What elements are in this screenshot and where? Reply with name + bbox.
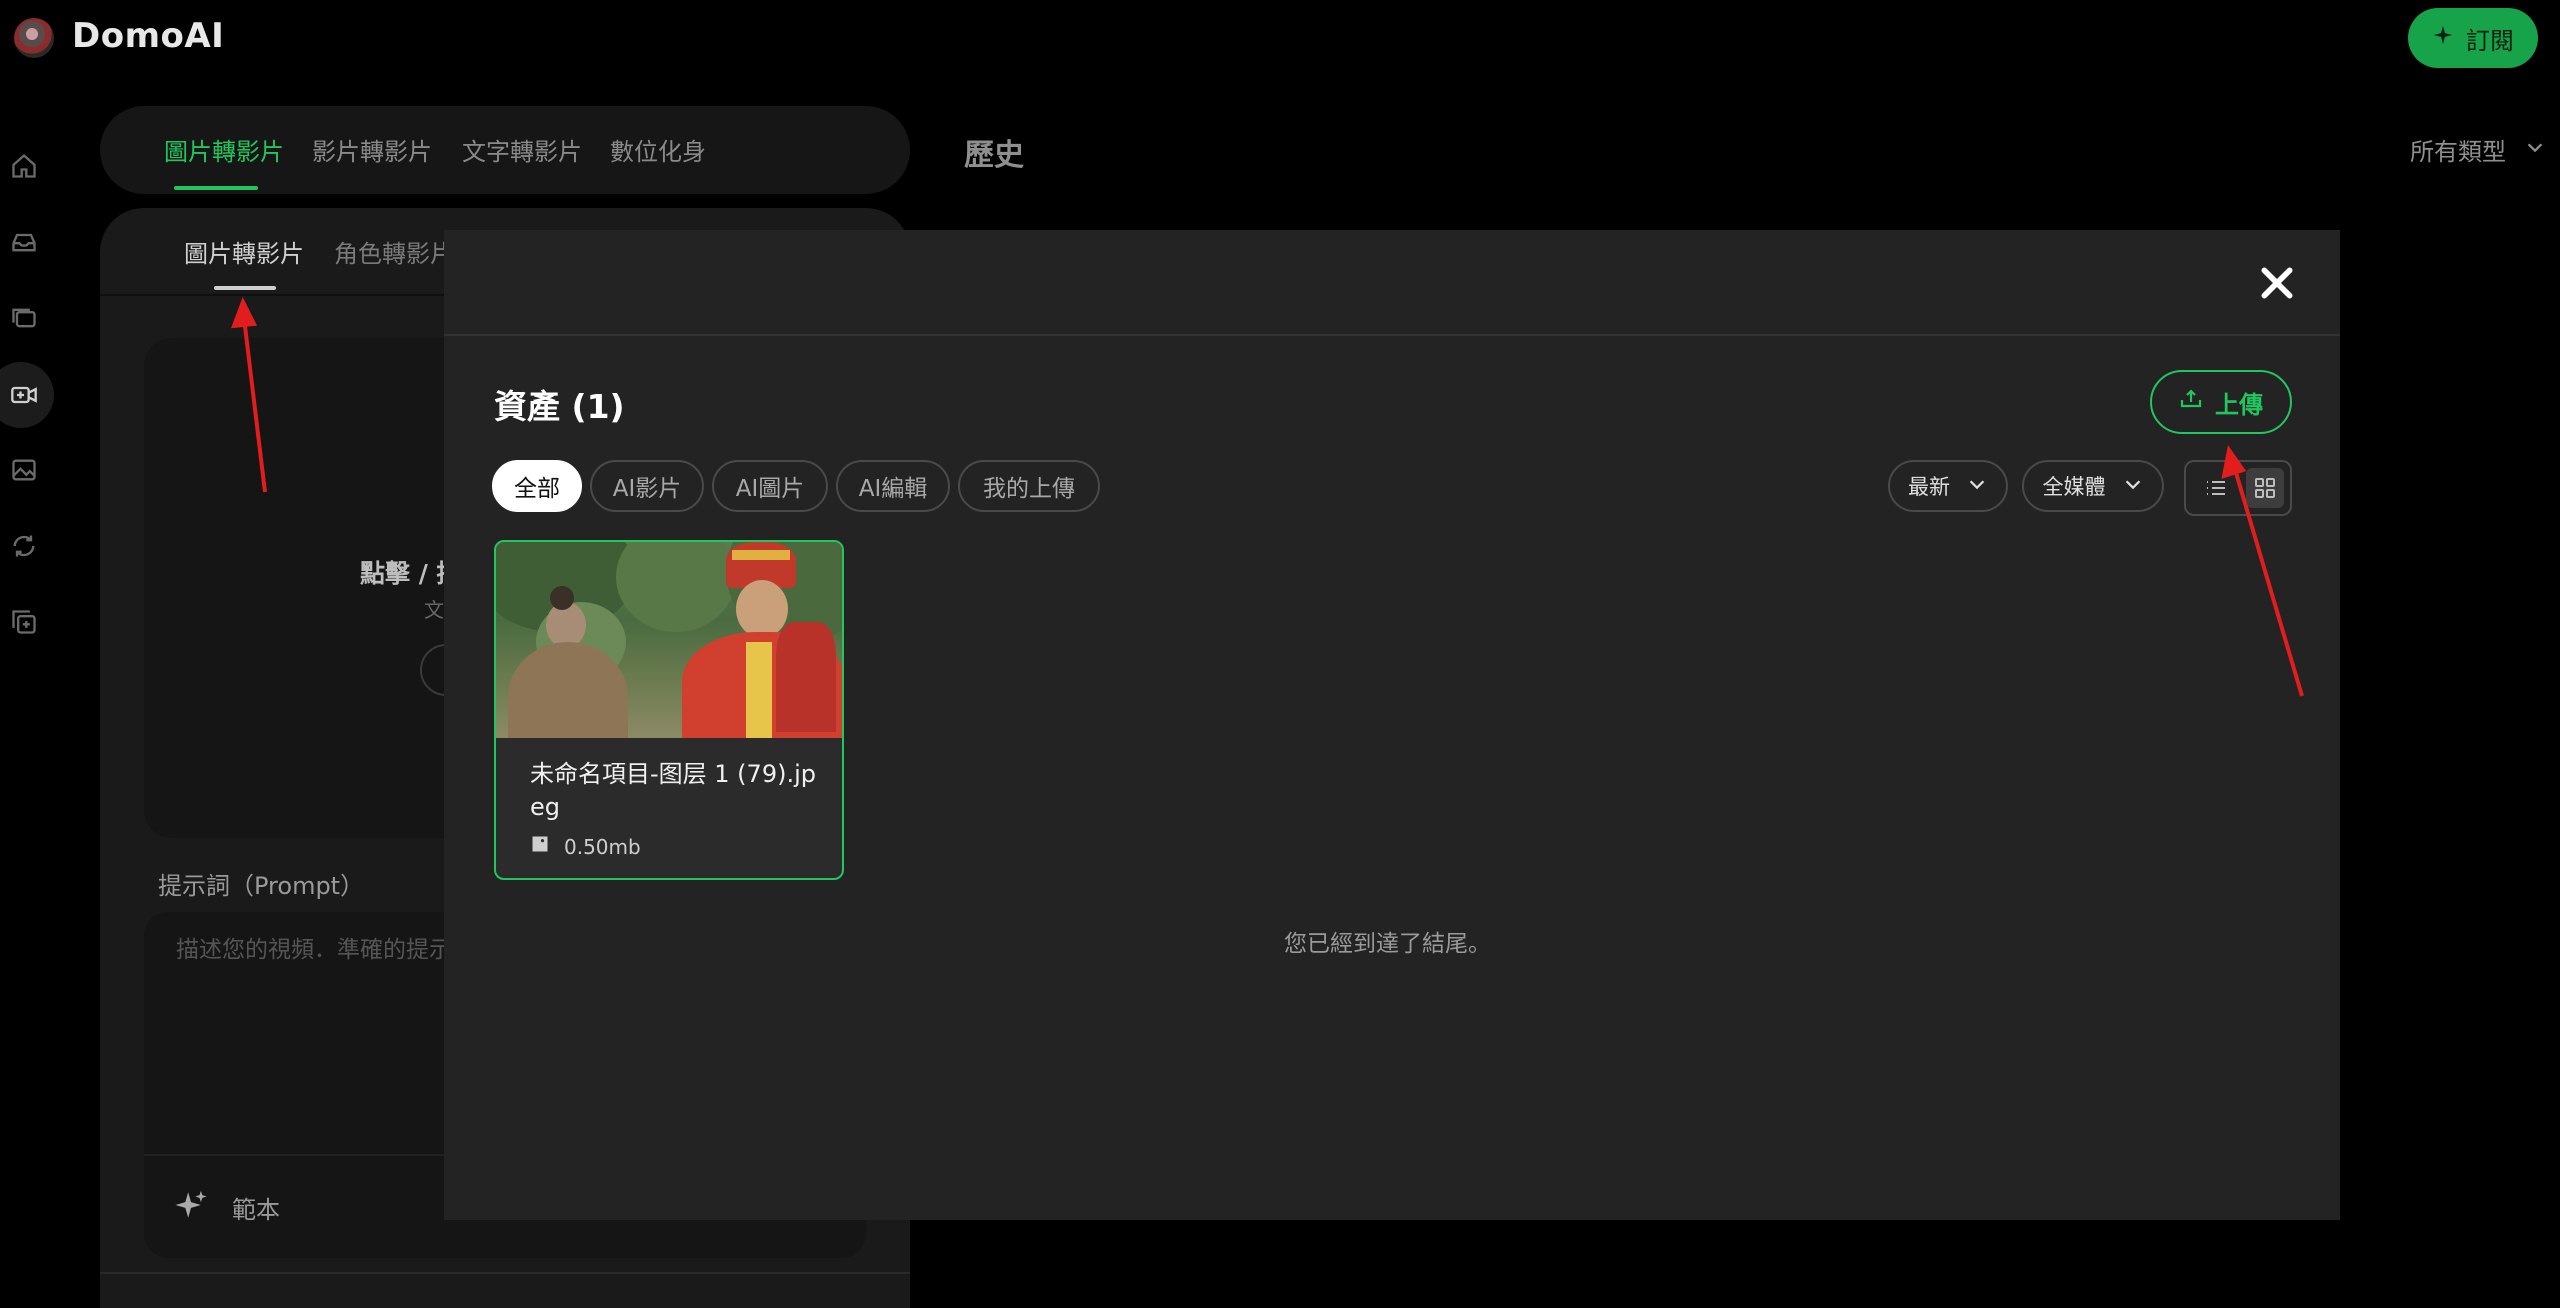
image-icon (530, 834, 550, 859)
end-of-list-text: 您已經到達了結尾。 (1284, 931, 1491, 957)
filter-chip-ai-video[interactable]: AI影片 (590, 460, 704, 512)
subscribe-label: 訂閱 (2466, 26, 2514, 55)
divider (100, 1272, 910, 1274)
media-type-label: 全媒體 (2042, 475, 2106, 499)
image-icon[interactable] (6, 452, 42, 488)
upload-label: 上傳 (2215, 390, 2263, 419)
chevron-down-icon (1966, 473, 1988, 500)
active-subtab-indicator (214, 286, 276, 290)
subscribe-button[interactable]: 訂閱 (2408, 8, 2538, 68)
active-tab-indicator (174, 186, 258, 190)
asset-meta: 0.50mb (530, 834, 641, 859)
asset-filename: 未命名項目-图层 1 (79).jpeg (530, 760, 816, 821)
tab-digital-avatar[interactable]: 數位化身 (610, 132, 706, 167)
chevron-down-icon (2122, 473, 2144, 500)
tab-image-to-video[interactable]: 圖片轉影片 (164, 132, 284, 167)
tab-video-to-video[interactable]: 影片轉影片 (312, 132, 432, 167)
media-type-dropdown[interactable]: 全媒體 (2022, 460, 2164, 512)
logo-icon (14, 18, 54, 58)
grid-view-icon[interactable] (2246, 468, 2284, 508)
refresh-icon[interactable] (6, 528, 42, 564)
subtab-character-to-video[interactable]: 角色轉影片 (334, 234, 454, 269)
type-filter-label: 所有類型 (2410, 138, 2506, 166)
logo-text: DomoAI (72, 16, 225, 56)
subtab-image-to-video[interactable]: 圖片轉影片 (184, 234, 304, 269)
close-icon[interactable] (2258, 264, 2296, 302)
asset-thumbnail (496, 542, 842, 738)
video-camera-icon[interactable] (6, 377, 42, 413)
chevron-down-icon (2524, 136, 2546, 164)
sort-label: 最新 (1908, 475, 1950, 499)
type-filter-dropdown[interactable]: 所有類型 (2410, 132, 2546, 167)
asset-size: 0.50mb (564, 834, 641, 859)
filter-chip-all[interactable]: 全部 (492, 460, 582, 512)
upload-icon (2179, 387, 2203, 417)
dropzone-subtitle: 文 (424, 598, 444, 622)
tab-text-to-video[interactable]: 文字轉影片 (462, 132, 582, 167)
modal-header-divider (444, 334, 2340, 336)
prompt-placeholder: 描述您的視頻．準確的提示 (176, 937, 452, 963)
inbox-icon[interactable] (6, 224, 42, 260)
assets-title: 資產 (1) (494, 387, 625, 426)
home-icon[interactable] (6, 148, 42, 184)
filter-chip-my-uploads[interactable]: 我的上傳 (958, 460, 1100, 512)
asset-card[interactable]: 未命名項目-图层 1 (79).jpeg 0.50mb (494, 540, 844, 880)
prompt-label: 提示詞（Prompt） (158, 872, 365, 900)
sort-dropdown[interactable]: 最新 (1888, 460, 2008, 512)
sparkle-icon (2432, 24, 2454, 52)
template-button[interactable]: 範本 (232, 1190, 280, 1225)
history-title: 歷史 (964, 138, 1024, 173)
filter-chip-ai-image[interactable]: AI圖片 (712, 460, 828, 512)
sparkle-icon[interactable] (174, 1188, 208, 1222)
gallery-icon[interactable] (6, 300, 42, 336)
list-view-icon[interactable] (2198, 470, 2234, 506)
upload-button[interactable]: 上傳 (2150, 370, 2292, 434)
add-layer-icon[interactable] (6, 604, 42, 640)
filter-chip-ai-edit[interactable]: AI編輯 (836, 460, 950, 512)
